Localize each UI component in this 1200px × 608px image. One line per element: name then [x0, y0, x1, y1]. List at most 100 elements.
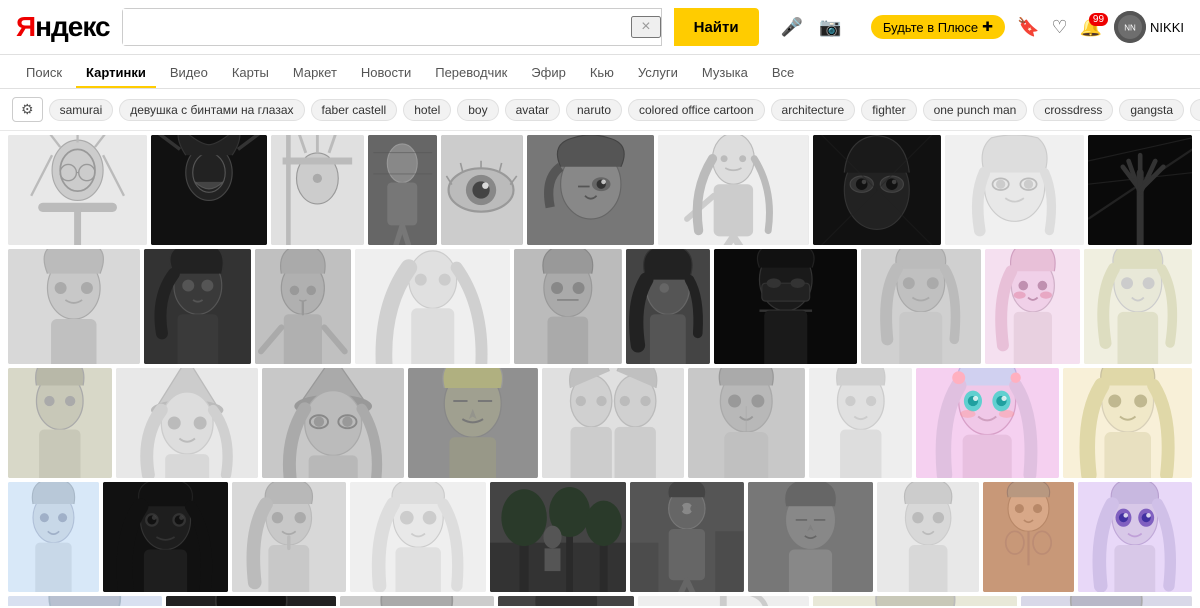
notifications-button[interactable]: 🔔 99 [1080, 17, 1102, 38]
image-cell[interactable] [983, 482, 1074, 592]
filter-tag-naruto[interactable]: naruto [566, 99, 622, 121]
header: Яндекс manga art × Найти 🎤 📷 Будьте в Пл… [0, 0, 1200, 55]
tab-efir[interactable]: Эфир [521, 59, 576, 88]
search-clear-button[interactable]: × [631, 16, 660, 38]
search-input[interactable]: manga art [123, 9, 632, 45]
image-cell[interactable] [813, 135, 941, 245]
tab-market[interactable]: Маркет [283, 59, 347, 88]
favorites-button[interactable]: ♡ [1051, 17, 1067, 38]
bookmarks-button[interactable]: 🔖 [1017, 17, 1039, 38]
image-row-1 [8, 135, 1192, 245]
user-name: NIKKI [1150, 20, 1184, 35]
search-extra-icons: 🎤 📷 [777, 13, 846, 42]
image-cell[interactable] [355, 249, 510, 364]
image-cell[interactable] [626, 249, 710, 364]
filter-tag-hotel[interactable]: hotel [403, 99, 451, 121]
filter-bar: ⚙ samurai девушка с бинтами на глазах fa… [0, 89, 1200, 131]
image-cell[interactable] [1078, 482, 1192, 592]
filter-tag-friends[interactable]: friends [1190, 99, 1200, 121]
image-cell[interactable] [490, 482, 626, 592]
image-cell[interactable] [166, 596, 337, 606]
filter-tag-one-punch-man[interactable]: one punch man [923, 99, 1028, 121]
image-cell[interactable] [368, 135, 438, 245]
tab-video[interactable]: Видео [160, 59, 218, 88]
image-cell[interactable] [8, 135, 147, 245]
image-cell[interactable] [350, 482, 486, 592]
image-cell[interactable] [658, 135, 809, 245]
tab-maps[interactable]: Карты [222, 59, 279, 88]
tab-search[interactable]: Поиск [16, 59, 72, 88]
image-cell[interactable] [527, 135, 655, 245]
image-cell[interactable] [809, 368, 913, 478]
user-avatar-button[interactable]: NN NIKKI [1114, 11, 1184, 43]
avatar: NN [1114, 11, 1146, 43]
filter-tag-crossdress[interactable]: crossdress [1033, 99, 1113, 121]
image-cell[interactable] [8, 249, 140, 364]
mic-button[interactable]: 🎤 [777, 13, 807, 42]
image-cell[interactable] [8, 596, 162, 606]
image-cell[interactable] [985, 249, 1081, 364]
image-cell[interactable] [262, 368, 404, 478]
image-cell[interactable] [441, 135, 522, 245]
filter-tag-fighter[interactable]: fighter [861, 99, 916, 121]
plus-button[interactable]: Будьте в Плюсе ✚ [871, 15, 1005, 39]
image-row-5 [8, 596, 1192, 606]
image-cell[interactable] [8, 482, 99, 592]
image-cell[interactable] [116, 368, 258, 478]
tab-translate[interactable]: Переводчик [425, 59, 517, 88]
image-row-4 [8, 482, 1192, 592]
image-cell[interactable] [144, 249, 252, 364]
tab-all[interactable]: Все [762, 59, 804, 88]
tab-q[interactable]: Кью [580, 59, 624, 88]
filter-tag-gangsta[interactable]: gangsta [1119, 99, 1184, 121]
tab-images[interactable]: Картинки [76, 59, 156, 88]
image-cell[interactable] [151, 135, 267, 245]
image-cell[interactable] [688, 368, 805, 478]
tab-music[interactable]: Музыка [692, 59, 758, 88]
filter-tag-girl-bandage[interactable]: девушка с бинтами на глазах [119, 99, 304, 121]
svg-text:NN: NN [1124, 24, 1136, 33]
image-cell[interactable] [514, 249, 622, 364]
image-cell[interactable] [861, 249, 981, 364]
camera-button[interactable]: 📷 [815, 13, 845, 42]
image-cell[interactable] [103, 482, 228, 592]
image-cell[interactable] [714, 249, 858, 364]
filter-settings-button[interactable]: ⚙ [12, 97, 43, 122]
image-cell[interactable] [748, 482, 873, 592]
notification-badge: 99 [1089, 13, 1108, 26]
filter-tag-samurai[interactable]: samurai [49, 99, 114, 121]
image-cell[interactable] [542, 368, 684, 478]
image-cell[interactable] [916, 368, 1058, 478]
image-cell[interactable] [255, 249, 351, 364]
image-cell[interactable] [813, 596, 1018, 606]
image-cell[interactable] [877, 482, 979, 592]
filter-tag-colored-office[interactable]: colored office cartoon [628, 99, 765, 121]
image-row-2 [8, 249, 1192, 364]
image-cell[interactable] [8, 368, 112, 478]
filter-tag-architecture[interactable]: architecture [771, 99, 856, 121]
image-row-3 [8, 368, 1192, 478]
image-cell[interactable] [408, 368, 537, 478]
image-cell[interactable] [1063, 368, 1192, 478]
image-cell[interactable] [1088, 135, 1192, 245]
image-cell[interactable] [232, 482, 346, 592]
plus-label: Будьте в Плюсе [883, 20, 978, 35]
nav-tabs: Поиск Картинки Видео Карты Маркет Новост… [0, 55, 1200, 89]
search-button[interactable]: Найти [674, 8, 759, 46]
search-bar: manga art × [122, 8, 662, 46]
filter-tag-faber[interactable]: faber castell [311, 99, 398, 121]
image-cell[interactable] [945, 135, 1084, 245]
image-cell[interactable] [498, 596, 634, 606]
filter-tag-boy[interactable]: boy [457, 99, 498, 121]
filter-tag-avatar[interactable]: avatar [505, 99, 560, 121]
image-cell[interactable] [638, 596, 809, 606]
image-cell[interactable] [630, 482, 744, 592]
tab-services[interactable]: Услуги [628, 59, 688, 88]
image-cell[interactable] [340, 596, 494, 606]
image-grid [0, 131, 1200, 606]
image-cell[interactable] [1084, 249, 1192, 364]
image-cell[interactable] [1021, 596, 1192, 606]
image-cell[interactable] [271, 135, 364, 245]
tab-news[interactable]: Новости [351, 59, 421, 88]
yandex-logo[interactable]: Яндекс [16, 11, 110, 43]
